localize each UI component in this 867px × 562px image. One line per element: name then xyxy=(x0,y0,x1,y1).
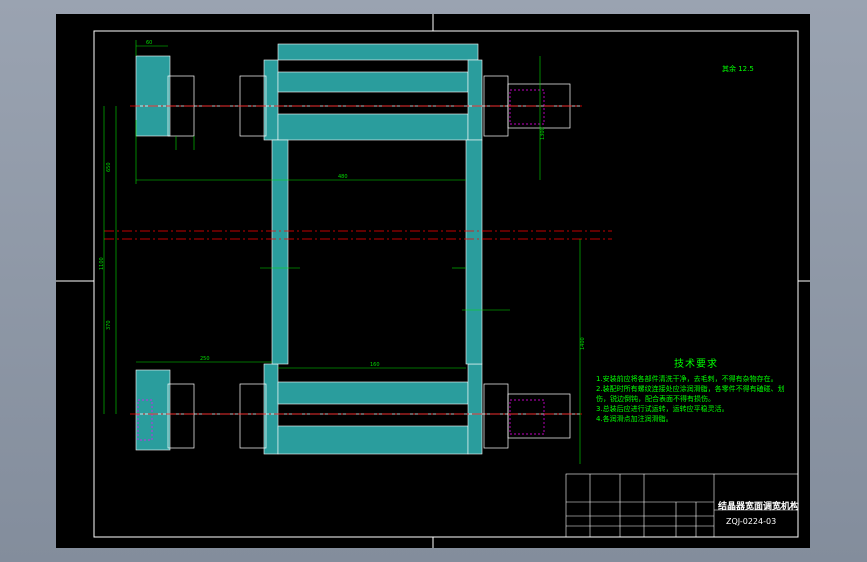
svg-text:160: 160 xyxy=(370,362,380,368)
svg-text:370: 370 xyxy=(106,320,112,330)
notes-title: 技术要求 xyxy=(674,359,718,370)
roughness-note: 其余 12.5 xyxy=(722,65,754,73)
svg-text:1100: 1100 xyxy=(99,257,105,270)
drawing-title: 结晶器宽面调宽机构 xyxy=(718,502,800,512)
bottom-assembly xyxy=(135,363,483,455)
svg-text:650: 650 xyxy=(106,162,112,172)
technical-notes: 技术要求 1.安装前应将各部件清洗干净，去毛刺，不得有杂物存在。 2.装配时所有… xyxy=(596,360,796,424)
svg-text:250: 250 xyxy=(200,356,210,362)
right-column xyxy=(465,139,483,365)
svg-text:1300: 1300 xyxy=(540,127,546,140)
svg-text:480: 480 xyxy=(338,174,348,180)
note-1: 1.安装前应将各部件清洗干净，去毛刺，不得有杂物存在。 xyxy=(596,375,778,383)
drawing-code: ZQJ-0224-03 xyxy=(726,517,777,526)
svg-text:1400: 1400 xyxy=(580,337,586,350)
note-2: 2.装配时所有螺纹连接处应涂润滑脂，各零件不得有磕碰、划伤，锐边倒钝，配合表面不… xyxy=(596,385,785,403)
cad-drawing: 60 480 250 160 650 370 1100 1300 1400 xyxy=(56,14,810,548)
note-4: 4.各润滑点加注润滑脂。 xyxy=(596,415,673,423)
left-column xyxy=(271,139,289,365)
svg-text:60: 60 xyxy=(146,40,152,46)
note-3: 3.总装后应进行试运转，运转应平稳灵活。 xyxy=(596,405,729,413)
top-assembly xyxy=(135,43,483,141)
frame-border xyxy=(93,30,799,538)
